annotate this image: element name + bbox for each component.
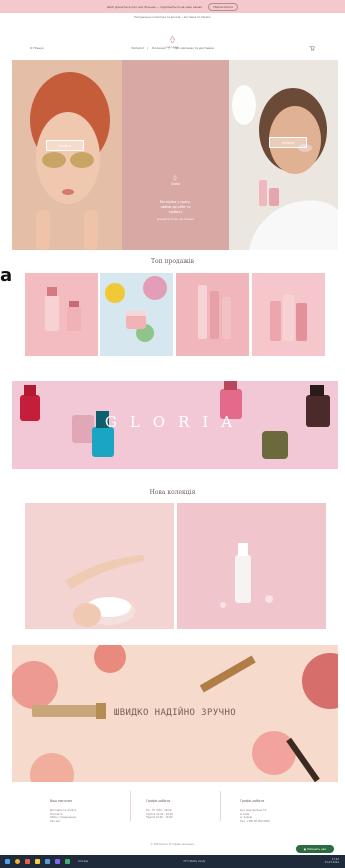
chat-label: Напишіть нам bbox=[307, 847, 327, 851]
brand-banner: GLORIA bbox=[12, 381, 338, 469]
hero-right-buy-button[interactable]: КУПИТИ bbox=[269, 137, 307, 148]
product-image-4 bbox=[252, 273, 325, 356]
footer-column-shop: Ваш магазин Доставка та оплата Контакти … bbox=[50, 799, 115, 823]
product-card[interactable] bbox=[100, 273, 173, 356]
product-card[interactable] bbox=[176, 273, 249, 356]
site-footer: Ваш магазин Доставка та оплата Контакти … bbox=[0, 782, 345, 851]
app-icon[interactable] bbox=[55, 859, 60, 864]
app-icon[interactable] bbox=[45, 859, 50, 864]
hero-section: КУПИТИ Gloria Ми вірімо у красу, любов д… bbox=[12, 60, 338, 250]
footer-col3-title: Графік роботи bbox=[240, 799, 265, 803]
footer-col1-title: Ваш магазин bbox=[50, 799, 72, 803]
hero-left-buy-button[interactable]: КУПИТИ bbox=[46, 140, 84, 151]
hero-line-3: турботу bbox=[168, 210, 183, 214]
footer-divider bbox=[220, 791, 221, 821]
footer-column-hours: Графік роботи Пн - Пт 9:00 - 18:00 Субот… bbox=[146, 799, 211, 820]
slogan-text: ШВИДКО НАДІЙНО ЗРУЧНО bbox=[113, 708, 237, 718]
start-icon[interactable] bbox=[5, 859, 10, 864]
os-taskbar: Спогади 15°C Mostly cloudy 17:42 12.03.2… bbox=[0, 855, 345, 868]
collection-image-right[interactable] bbox=[177, 503, 326, 629]
logo-icon[interactable] bbox=[168, 35, 177, 44]
app-icon[interactable] bbox=[25, 859, 30, 864]
product-card[interactable] bbox=[252, 273, 325, 356]
copyright-text: © 2024 Gloria. Усі права захищено. bbox=[150, 843, 195, 846]
hero-center-panel: Gloria Ми вірімо у красу, любов до себе … bbox=[122, 60, 229, 250]
cream-jar-image bbox=[25, 503, 174, 629]
slogan-banner: ШВИДКО НАДІЙНО ЗРУЧНО bbox=[12, 645, 338, 782]
app-icon[interactable] bbox=[65, 859, 70, 864]
footer-col2-title: Графік роботи bbox=[146, 799, 171, 803]
taskbar-weather[interactable]: 15°C Mostly cloudy bbox=[183, 860, 205, 863]
taskbar-task-text[interactable]: Спогади bbox=[78, 860, 88, 863]
hero-logo-icon bbox=[173, 175, 177, 181]
hero-mid-caption[interactable]: Дізнайтеся про нас більше bbox=[132, 218, 219, 221]
chrome-icon[interactable] bbox=[15, 859, 20, 864]
new-collection-title: Нова колекція bbox=[149, 489, 196, 496]
footer-divider bbox=[130, 791, 131, 821]
footer-contact-line[interactable]: Тел. +380 00 000 0000 bbox=[240, 820, 305, 824]
folder-icon[interactable] bbox=[35, 859, 40, 864]
banner-brand-word: GLORIA bbox=[104, 413, 246, 431]
collection-image-left[interactable] bbox=[25, 503, 174, 629]
hero-mid-text: Ми вірімо у красу, любов до себе та турб… bbox=[132, 200, 219, 215]
hero-image-left: КУПИТИ bbox=[12, 60, 122, 250]
header-subtitle: Натуральна косметика та догляд • доставк… bbox=[134, 16, 211, 19]
footer-hours-line: Неділя 10:00 - 16:00 bbox=[146, 816, 173, 820]
nav-link-catalog[interactable]: Каталог bbox=[131, 46, 144, 50]
main-nav: Q Пошук Каталог | Колекції | Про магазин т… bbox=[0, 45, 345, 53]
hero-image-right: КУПИТИ bbox=[229, 60, 338, 250]
announcement-text: Щоб дізнатися про нас більше — підпишіть… bbox=[107, 4, 203, 9]
product-card[interactable] bbox=[25, 273, 98, 356]
hero-mid-logo: Gloria bbox=[170, 182, 181, 186]
chat-icon: ● bbox=[303, 847, 307, 851]
announcement-bar: Щоб дізнатися про нас більше — підпишіть… bbox=[0, 0, 345, 13]
product-image-3 bbox=[176, 273, 249, 356]
hero-model-right-image bbox=[229, 60, 338, 250]
nav-links: Каталог | Колекції | Про магазин та достав… bbox=[131, 46, 214, 50]
hero-model-left-image bbox=[12, 60, 122, 250]
chat-button[interactable]: ● Напишіть нам bbox=[296, 845, 334, 853]
side-letter: a bbox=[0, 265, 13, 286]
cart-icon[interactable] bbox=[309, 45, 315, 51]
product-image-1 bbox=[25, 273, 98, 356]
product-image-2 bbox=[100, 273, 173, 356]
serum-bottle-image bbox=[177, 503, 326, 629]
system-tray-clock[interactable]: 17:42 12.03.2024 bbox=[325, 858, 339, 865]
nav-link-collections[interactable]: Колекції bbox=[152, 46, 165, 50]
top-sales-title: Топ продажів bbox=[150, 258, 195, 265]
footer-link[interactable]: Про нас bbox=[50, 820, 115, 824]
nav-link-about[interactable]: Про магазин та доставка bbox=[174, 46, 214, 50]
subscribe-button[interactable]: Підписатися bbox=[208, 2, 238, 11]
tray-date: 12.03.2024 bbox=[324, 861, 339, 865]
footer-column-contacts: Графік роботи вул. Центральна 7А м. Київ… bbox=[240, 799, 305, 823]
